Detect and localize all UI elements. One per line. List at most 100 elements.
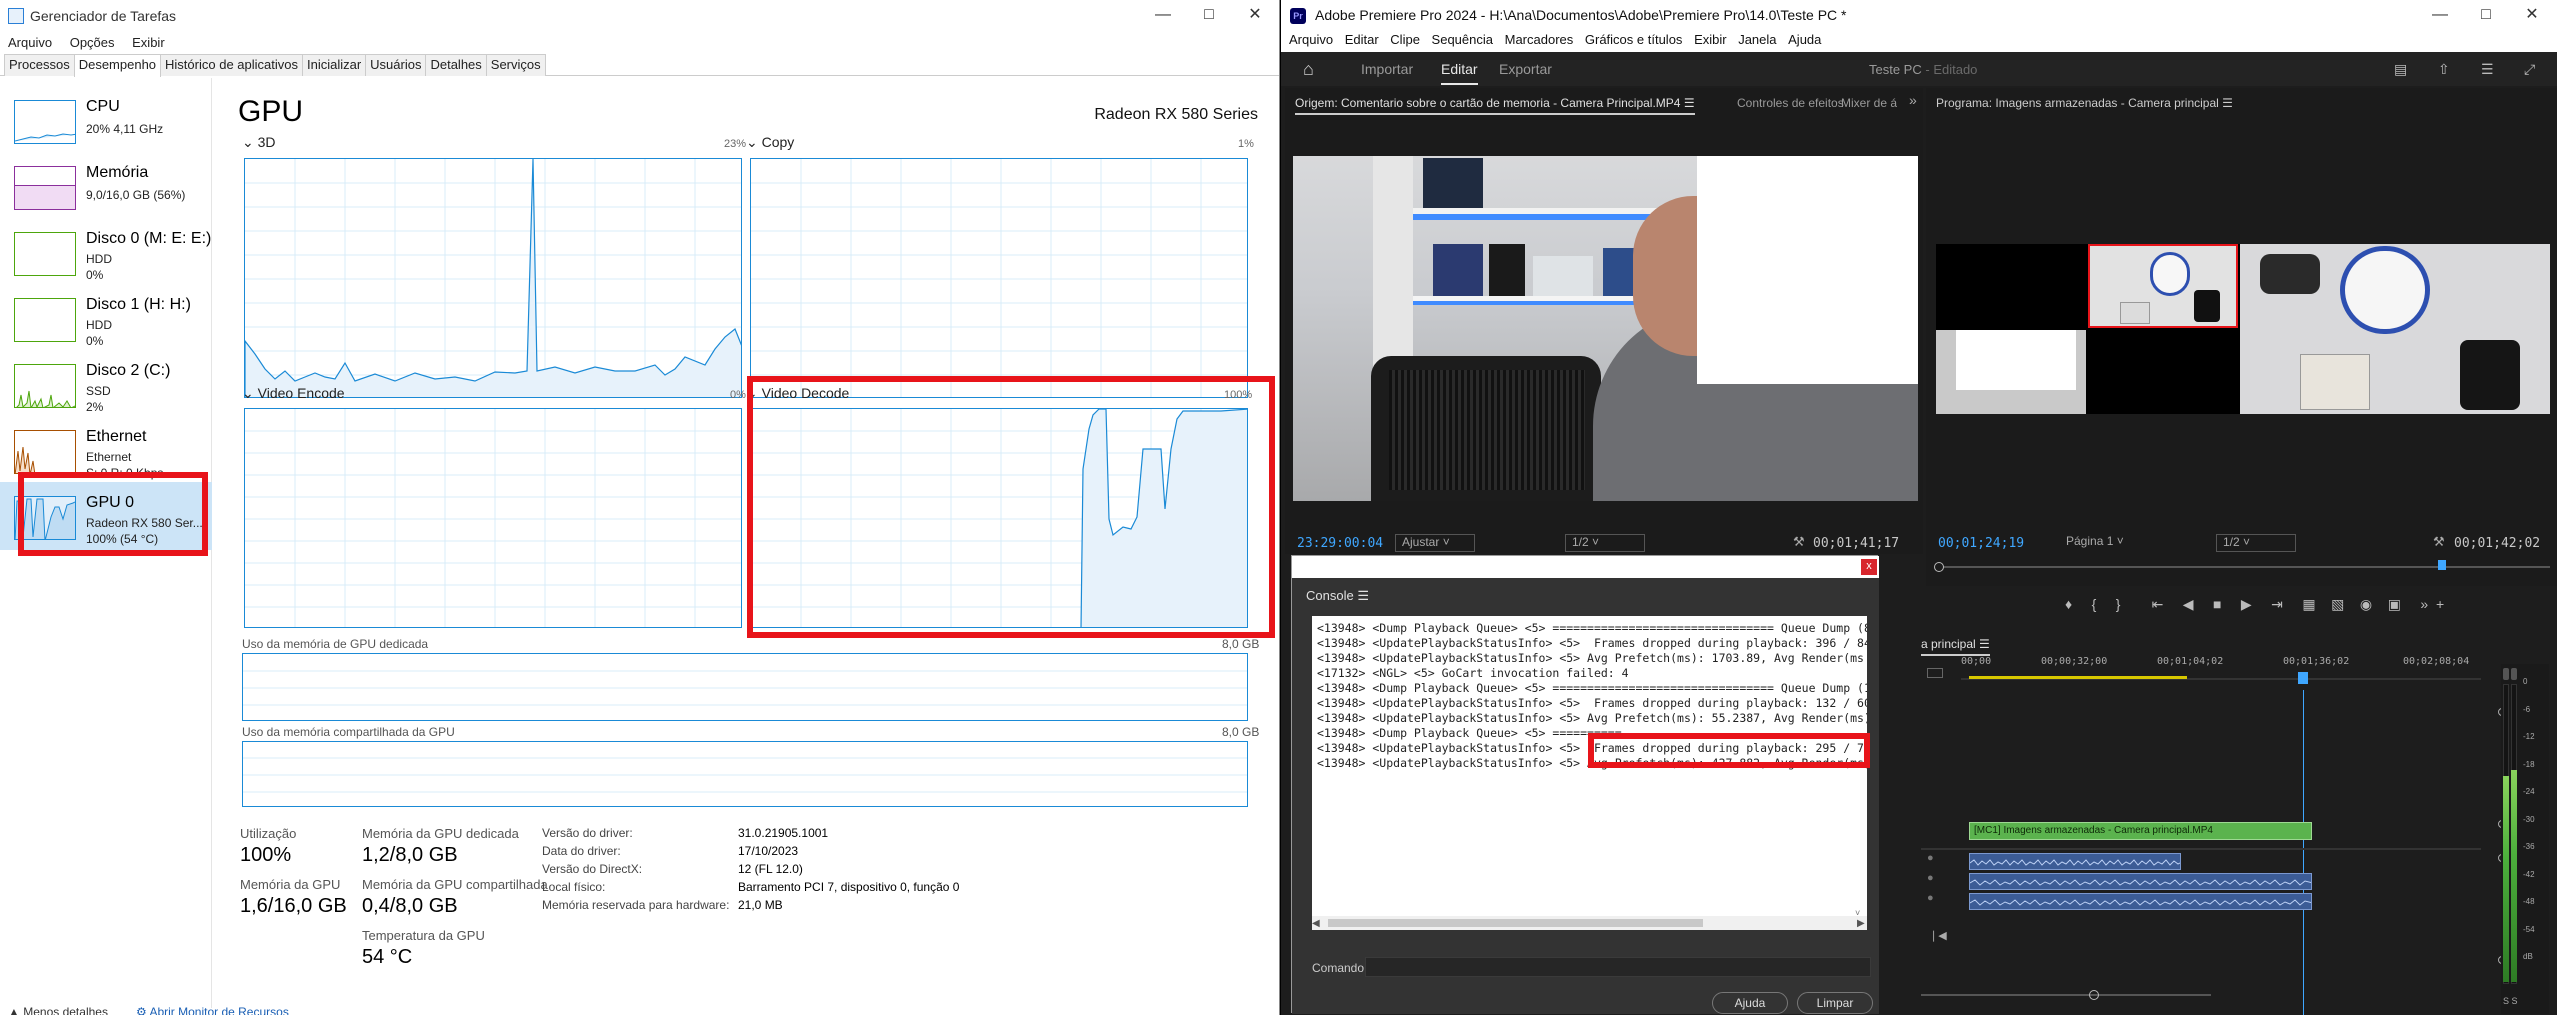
menu-sequencia[interactable]: Sequência (1432, 30, 1493, 50)
playhead-line[interactable] (2303, 690, 2304, 1015)
menu-opcoes[interactable]: Opções (70, 32, 115, 54)
command-input[interactable] (1365, 957, 1871, 977)
graph-3d-label[interactable]: ⌄ 3D (242, 134, 276, 151)
menu-clipe[interactable]: Clipe (1390, 30, 1420, 50)
mark-out-icon[interactable]: } (2116, 596, 2121, 612)
close-button[interactable]: ✕ (2509, 0, 2555, 32)
horizontal-scrollbar[interactable] (1921, 994, 2211, 996)
step-back-icon[interactable]: ◀ (2183, 596, 2194, 612)
expand-tracks-icon[interactable]: ❘◀ (1929, 929, 1947, 942)
program-timecode[interactable]: 00;01;24;19 (1938, 536, 2024, 551)
clear-button[interactable]: Limpar (1797, 992, 1873, 1014)
go-to-in-icon[interactable]: ⇤ (2152, 596, 2164, 612)
tab-sequence[interactable]: a principal ☰ (1921, 637, 1990, 656)
scroll-thumb[interactable] (1328, 919, 1703, 927)
audio-clip[interactable] (1969, 873, 2312, 890)
source-timecode[interactable]: 23:29:00:04 (1297, 536, 1383, 551)
menu-ajuda[interactable]: Ajuda (1788, 30, 1821, 50)
mark-in-icon[interactable]: { (2092, 596, 2097, 612)
tab-desempenho[interactable]: Desempenho (73, 54, 162, 77)
program-scrubber[interactable] (1936, 566, 2550, 568)
stop-icon[interactable]: ■ (2213, 596, 2221, 612)
resolution-dropdown[interactable]: 1/2 ˅ (1565, 534, 1645, 552)
camera-icon[interactable]: ◉ (2360, 596, 2372, 612)
tab-historico[interactable]: Histórico de aplicativos (160, 54, 303, 76)
menu-arquivo[interactable]: Arquivo (8, 32, 52, 54)
tab-servicos[interactable]: Serviços (485, 54, 546, 76)
meter-solo-buttons[interactable]: S S (2503, 996, 2518, 1006)
source-monitor-panel: Origem: Comentario sobre o cartão de mem… (1285, 88, 1923, 554)
less-details-button[interactable]: ▲ Menos detalhes (8, 1005, 108, 1015)
tab-effect-controls[interactable]: Controles de efeitos (1737, 96, 1844, 110)
audio-meter: 0 -6 -12 -18 -24 -30 -36 -42 -48 -54 dB … (2501, 664, 2549, 1014)
resource-disk-0[interactable]: Disco 0 (M: E: E:) HDD 0% (0, 218, 212, 282)
minimize-button[interactable]: — (1140, 0, 1186, 32)
resource-cpu[interactable]: CPU 20% 4,11 GHz (0, 86, 212, 150)
lift-icon[interactable]: ▦ (2302, 596, 2315, 612)
marker-icon[interactable]: ♦ (2065, 596, 2072, 612)
fit-dropdown[interactable]: Ajustar ˅ (1395, 534, 1475, 552)
audio-track-1-mic-icon[interactable]: ● (1927, 852, 1934, 864)
audio-clip[interactable] (1969, 853, 2181, 870)
tab-source[interactable]: Origem: Comentario sobre o cartão de mem… (1295, 96, 1695, 115)
tab-usuarios[interactable]: Usuários (365, 54, 427, 76)
maximize-button[interactable]: □ (1186, 0, 1232, 32)
menu-icon[interactable]: ☰ (2481, 61, 2494, 78)
playhead-handle[interactable] (2298, 672, 2308, 684)
wrench-icon[interactable]: ⚒ (1793, 534, 1805, 550)
resource-disk-1[interactable]: Disco 1 (H: H:) HDD 0% (0, 284, 212, 348)
minimize-button[interactable]: — (2417, 0, 2463, 32)
menu-marcadores[interactable]: Marcadores (1505, 30, 1574, 50)
multicam-icon[interactable]: ▣ (2388, 596, 2401, 612)
menu-janela[interactable]: Janela (1738, 30, 1776, 50)
workspace-edit[interactable]: Editar (1441, 61, 1478, 85)
video-clip[interactable]: [MC1] Imagens armazenadas - Camera princ… (1969, 822, 2312, 840)
resource-memory[interactable]: Memória 9,0/16,0 GB (56%) (0, 152, 212, 216)
wrench-icon[interactable]: ⚒ (2433, 534, 2445, 550)
step-forward-icon[interactable]: ▶ (2241, 596, 2252, 612)
page-dropdown[interactable]: Página 1 ˅ (2066, 534, 2146, 552)
tab-detalhes[interactable]: Detalhes (425, 54, 487, 76)
close-icon[interactable]: x (1861, 559, 1877, 575)
help-button[interactable]: Ajuda (1712, 992, 1788, 1014)
extract-icon[interactable]: ▧ (2331, 596, 2344, 612)
workspace-export[interactable]: Exportar (1499, 61, 1552, 77)
scroll-left-icon[interactable]: ◀ (1312, 918, 1320, 929)
menu-arquivo[interactable]: Arquivo (1289, 30, 1333, 50)
console-horizontal-scrollbar[interactable]: ◀ ▶ (1312, 916, 1867, 930)
workspace-import[interactable]: Importar (1361, 61, 1413, 77)
menu-exibir[interactable]: Exibir (132, 32, 165, 54)
audio-track-3-mic-icon[interactable]: ● (1927, 892, 1934, 904)
graph-encode-label[interactable]: ⌄ Video Encode (242, 385, 345, 402)
tab-audio-mixer[interactable]: Mixer de á (1841, 96, 1897, 110)
add-button-icon[interactable]: + (2436, 596, 2444, 612)
resource-disk-2[interactable]: Disco 2 (C:) SSD 2% (0, 350, 212, 414)
quick-export-icon[interactable]: ▤ (2394, 61, 2407, 78)
timeline-settings-icon[interactable] (1927, 668, 1943, 678)
program-resolution-dropdown[interactable]: 1/2 ˅ (2216, 534, 2296, 552)
open-resource-monitor-link[interactable]: ⚙ Abrir Monitor de Recursos (136, 1005, 289, 1015)
more-icon[interactable]: » (2420, 596, 2428, 612)
graph-copy-label[interactable]: ⌄ Copy (746, 134, 794, 151)
work-area-bar[interactable] (1969, 676, 2187, 679)
menu-graficos[interactable]: Gráficos e títulos (1585, 30, 1683, 50)
share-icon[interactable]: ⇧ (2438, 61, 2450, 78)
tab-program[interactable]: Programa: Imagens armazenadas - Camera p… (1936, 96, 2233, 110)
resource-ethernet[interactable]: Ethernet Ethernet S: 0 R: 0 Kbps (0, 416, 212, 480)
maximize-button[interactable]: □ (2463, 0, 2509, 32)
menu-exibir[interactable]: Exibir (1694, 30, 1727, 50)
tab-processos[interactable]: Processos (4, 54, 75, 76)
home-icon[interactable]: ⌂ (1303, 59, 1314, 80)
more-panels-icon[interactable]: » (1909, 92, 1917, 108)
scroll-right-icon[interactable]: ▶ (1857, 918, 1865, 929)
go-to-out-icon[interactable]: ⇥ (2271, 596, 2283, 612)
horizontal-scroll-handle[interactable] (2089, 990, 2099, 1000)
tab-inicializar[interactable]: Inicializar (301, 54, 367, 76)
fullscreen-icon[interactable]: ⤢ (2524, 61, 2535, 78)
audio-clip[interactable] (1969, 893, 2312, 910)
close-button[interactable]: ✕ (1232, 0, 1278, 32)
audio-track-2-mic-icon[interactable]: ● (1927, 872, 1934, 884)
scrubber-start-handle[interactable] (1934, 562, 1944, 572)
playhead-icon[interactable] (2438, 560, 2446, 570)
menu-editar[interactable]: Editar (1345, 30, 1379, 50)
